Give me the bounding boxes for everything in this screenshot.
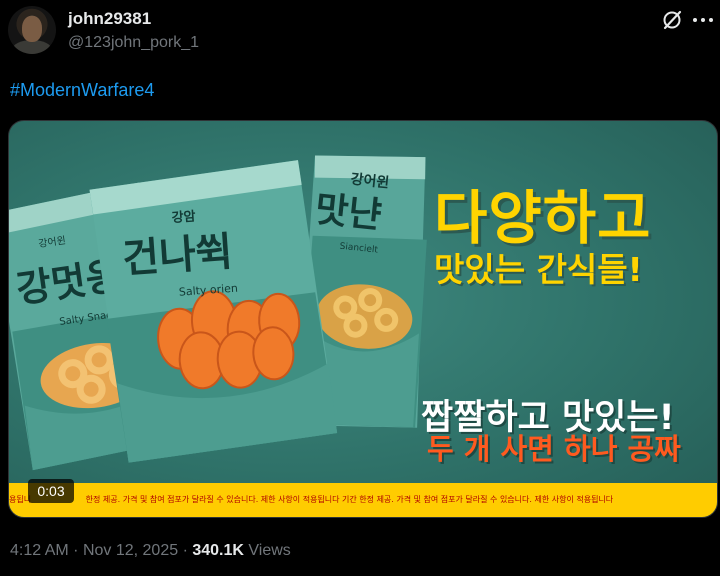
post-meta: 4:12 AM · Nov 12, 2025 · 340.1K Views (10, 542, 291, 560)
post-header: john29381 @123john_pork_1 (0, 0, 720, 70)
ticker-text: 한정 제공. 가격 및 참여 점포가 달라질 수 있습니다. 제한 사항이 적용… (85, 495, 614, 504)
center-bag-name: 건나쒹 (121, 229, 234, 283)
avatar[interactable] (8, 6, 56, 54)
author-handle[interactable]: @123john_pork_1 (68, 34, 199, 52)
ad-headline-line2: 맛있는 간식들! (434, 250, 643, 289)
meta-separator-2: · (182, 542, 188, 559)
post-media-video[interactable]: 강어윈 맛냔 Siancielt 강어윈 강멋옹 Salty Snack 강암 … (8, 120, 718, 518)
avatar-face (22, 16, 42, 42)
ad-promo-line2: 두 개 사면 하나 공짜 (427, 432, 681, 466)
right-bag-name: 맛냔 (313, 189, 383, 237)
author-display-name[interactable]: john29381 (68, 9, 151, 29)
more-options-icon[interactable] (692, 16, 714, 24)
hashtag-link[interactable]: #ModernWarfare4 (10, 80, 154, 101)
ad-ticker-bar: 용됩니 한정 제공. 가격 및 참여 점포가 달라질 수 있습니다. 제한 사항… (9, 483, 717, 517)
views-label: Views (248, 542, 291, 559)
post-time[interactable]: 4:12 AM (10, 542, 69, 559)
meta-separator: · (73, 542, 79, 559)
post-date[interactable]: Nov 12, 2025 (83, 542, 178, 559)
avatar-shoulders (12, 40, 52, 54)
grok-icon[interactable] (660, 8, 684, 32)
video-time-badge: 0:03 (28, 479, 74, 503)
views-count: 340.1K (192, 542, 244, 559)
center-bag-brand: 강암 (171, 208, 196, 226)
